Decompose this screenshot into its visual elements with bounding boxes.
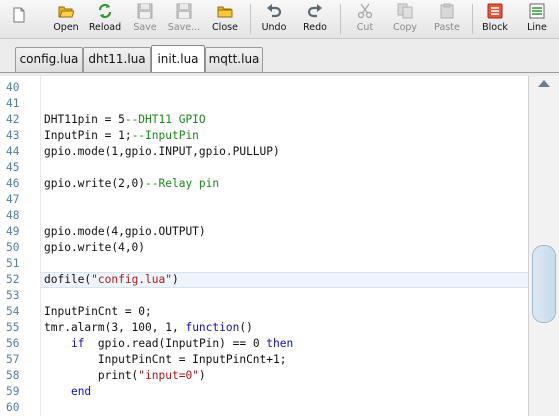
scrollbar-thumb[interactable] — [532, 245, 556, 323]
code-line[interactable]: print("input=0") — [44, 368, 206, 384]
save-button[interactable]: Save — [130, 0, 160, 38]
open-folder-icon — [58, 6, 74, 18]
toolbar-separator — [340, 4, 341, 34]
close-file-icon — [217, 6, 233, 18]
line-number: 57 — [6, 353, 20, 366]
undo-button[interactable]: Undo — [258, 0, 290, 38]
line-number: 45 — [6, 161, 20, 174]
undo-icon — [267, 4, 282, 18]
code-line[interactable]: DHT11pin = 5--DHT11 GPIO — [44, 112, 206, 128]
line-number: 55 — [6, 321, 20, 334]
code-line[interactable]: if gpio.read(InputPin) == 0 then — [44, 336, 293, 352]
line-icon — [529, 3, 545, 19]
new-file-button[interactable] — [8, 0, 30, 38]
save-as-icon — [176, 3, 192, 19]
open-button[interactable]: Open — [50, 0, 82, 38]
line-number: 44 — [6, 145, 20, 158]
paste-icon — [440, 3, 454, 19]
copy-icon — [397, 3, 413, 19]
paste-button[interactable]: Paste — [430, 0, 464, 38]
redo-icon — [307, 4, 322, 18]
line-number: 53 — [6, 289, 20, 302]
save-as-button[interactable]: Save... — [166, 0, 202, 38]
reload-icon — [98, 3, 112, 19]
block-icon — [487, 3, 503, 19]
line-number: 40 — [6, 81, 20, 94]
code-line[interactable]: gpio.write(4,0) — [44, 240, 145, 256]
line-number: 43 — [6, 129, 20, 142]
code-line[interactable]: dofile("config.lua") — [44, 272, 179, 288]
redo-button[interactable]: Redo — [300, 0, 330, 38]
new-file-icon — [13, 7, 25, 23]
code-line[interactable]: tmr.alarm(3, 100, 1, function() — [44, 320, 253, 336]
line-number: 46 — [6, 177, 20, 190]
toolbar-separator — [250, 4, 251, 34]
line-comment-button[interactable]: Line — [522, 0, 552, 38]
code-line[interactable]: gpio.mode(1,gpio.INPUT,gpio.PULLUP) — [44, 144, 280, 160]
code-line[interactable]: InputPinCnt = InputPinCnt+1; — [44, 352, 287, 368]
toolbar: Open Reload Save Save... Close Undo Redo… — [0, 0, 559, 39]
line-number: 48 — [6, 209, 20, 222]
block-comment-button[interactable]: Block — [478, 0, 512, 38]
code-line[interactable]: InputPin = 1;--InputPin — [44, 128, 199, 144]
code-line[interactable]: gpio.mode(4,gpio.OUTPUT) — [44, 224, 206, 240]
code-editor[interactable]: 40 41 42 DHT11pin = 5--DHT11 GPIO 43 InputPin… — [0, 76, 528, 416]
line-number: 41 — [6, 97, 20, 110]
code-line[interactable]: end — [44, 384, 91, 400]
reload-button[interactable]: Reload — [86, 0, 124, 38]
vertical-scrollbar[interactable] — [528, 76, 559, 416]
line-number: 56 — [6, 337, 20, 350]
line-number: 52 — [6, 273, 20, 286]
code-line[interactable]: gpio.write(2,0)--Relay pin — [44, 176, 219, 192]
line-number: 54 — [6, 305, 20, 318]
line-number: 51 — [6, 257, 20, 270]
tab-init-lua[interactable]: init.lua — [151, 45, 205, 73]
line-number: 47 — [6, 193, 20, 206]
code-line[interactable]: InputPinCnt = 0; — [44, 304, 152, 320]
save-icon — [137, 3, 153, 19]
cut-button[interactable]: Cut — [350, 0, 380, 38]
close-file-button[interactable]: Close — [210, 0, 240, 38]
file-tab-bar: config.lua dht11.lua init.lua mqtt.lua — [0, 39, 559, 73]
line-number: 42 — [6, 113, 20, 126]
scroll-up-arrow-icon[interactable] — [538, 80, 550, 87]
copy-button[interactable]: Copy — [388, 0, 422, 38]
gutter-divider — [40, 76, 41, 416]
line-number: 60 — [6, 401, 20, 414]
tab-config-lua[interactable]: config.lua — [15, 47, 83, 72]
line-number: 50 — [6, 241, 20, 254]
tab-underline — [0, 72, 559, 73]
line-number: 49 — [6, 225, 20, 238]
line-number: 59 — [6, 385, 20, 398]
cut-icon — [357, 3, 373, 19]
line-number: 58 — [6, 369, 20, 382]
tab-mqtt-lua[interactable]: mqtt.lua — [205, 47, 263, 72]
toolbar-separator — [472, 4, 473, 34]
tab-dht11-lua[interactable]: dht11.lua — [83, 47, 151, 72]
